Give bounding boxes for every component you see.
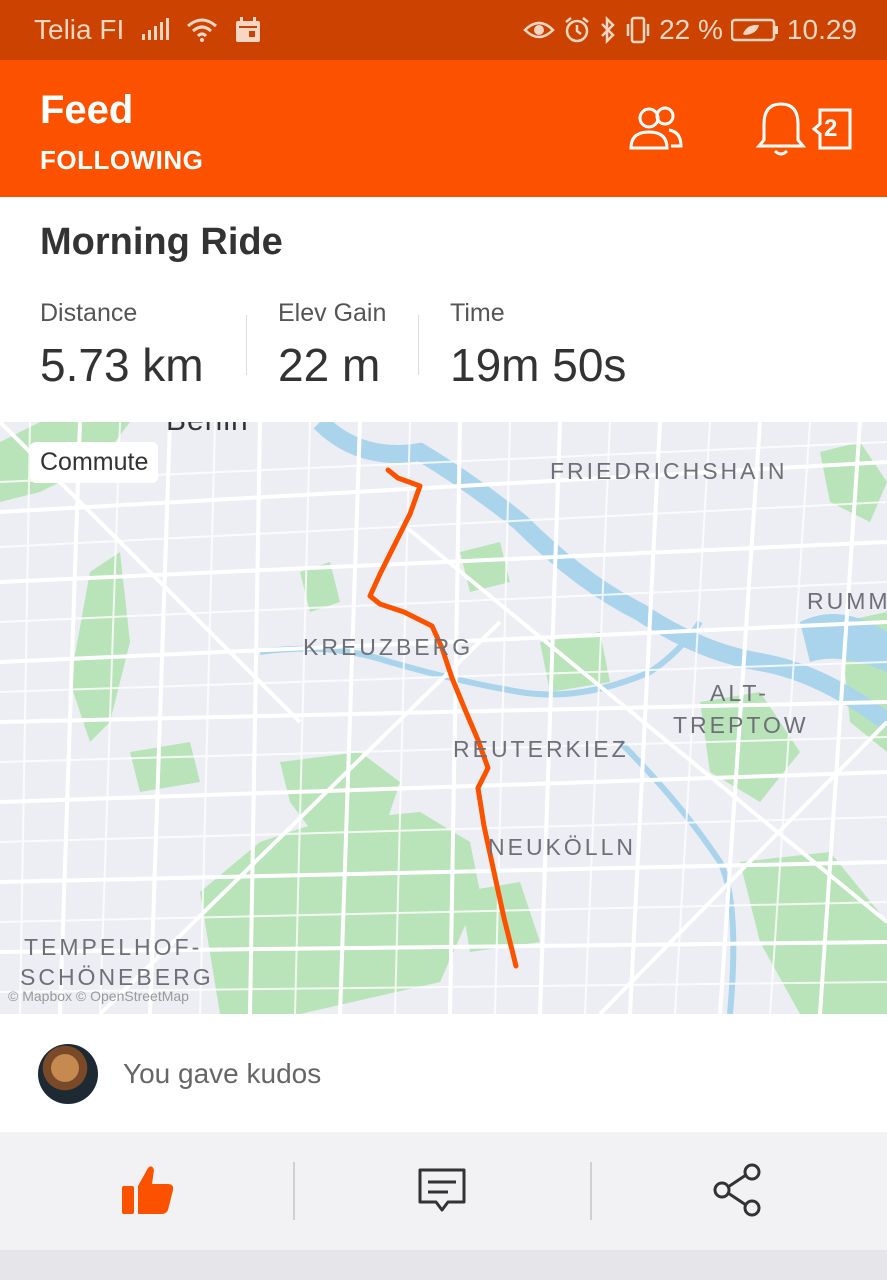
stat-value: 22 m	[278, 339, 381, 391]
map-label-rumm: RUMM	[807, 588, 887, 614]
stat-elev-gain: Elev Gain 22 m	[278, 299, 386, 392]
stat-distance: Distance 5.73 km	[40, 299, 204, 392]
status-right: 22 % 10.29	[523, 14, 857, 46]
map-label-neukolln: NEUKÖLLN	[488, 834, 636, 860]
friends-icon[interactable]	[625, 104, 685, 152]
stat-divider	[418, 315, 419, 375]
notification-count: 2	[824, 115, 838, 142]
calendar-icon	[236, 17, 261, 42]
stat-label: Elev Gain	[278, 299, 387, 327]
status-bar: Telia FI 22 % 10.29	[0, 0, 887, 60]
map-label-schoneberg: SCHÖNEBERG	[20, 964, 214, 990]
activity-title[interactable]: Morning Ride	[40, 221, 283, 264]
feed-filter[interactable]: FOLLOWING	[40, 145, 203, 176]
map-label-treptow: TREPTOW	[673, 712, 809, 738]
page-title: Feed	[40, 88, 134, 132]
bottom-strip	[0, 1250, 887, 1280]
stat-label: Distance	[40, 299, 138, 327]
stat-value: 5.73 km	[40, 339, 204, 391]
avatar[interactable]	[38, 1044, 98, 1104]
kudos-text[interactable]: You gave kudos	[123, 1058, 321, 1090]
app-header: Feed FOLLOWING 2	[0, 60, 887, 197]
battery-percent: 22 %	[659, 14, 723, 45]
battery-icon	[730, 18, 778, 42]
vibrate-icon	[626, 16, 650, 44]
map-label-friedrichshain: FRIEDRICHSHAIN	[550, 458, 788, 484]
status-left: Telia FI	[34, 14, 262, 46]
stat-label: Time	[450, 299, 505, 327]
clock: 10.29	[786, 14, 857, 45]
share-icon[interactable]	[708, 1160, 768, 1220]
map-label-tempelhof: TEMPELHOF-	[24, 934, 203, 960]
action-divider	[590, 1162, 592, 1220]
activity-card[interactable]: Morning Ride Distance 5.73 km Elev Gain …	[0, 197, 887, 425]
signal-icon	[142, 18, 170, 40]
eye-icon	[523, 21, 555, 39]
map-label-berlin: Berlin	[166, 422, 249, 438]
kudos-thumb-icon[interactable]	[118, 1160, 178, 1220]
carrier-name: Telia FI	[34, 14, 125, 45]
stat-value: 19m 50s	[450, 339, 627, 391]
bluetooth-icon	[601, 16, 615, 44]
stat-time: Time 19m 50s	[450, 299, 626, 392]
bell-icon[interactable]	[756, 100, 806, 158]
stat-divider	[246, 315, 247, 375]
map-label-kreuzberg: KREUZBERG	[303, 634, 474, 660]
commute-tag: Commute	[30, 442, 159, 483]
map-label-reuterkiez: REUTERKIEZ	[453, 736, 629, 762]
alarm-icon	[565, 17, 589, 43]
wifi-icon	[187, 18, 218, 42]
map-label-alt: ALT-	[710, 680, 769, 706]
map-attribution[interactable]: © Mapbox © OpenStreetMap	[8, 988, 189, 1004]
kudos-row[interactable]: You gave kudos	[0, 1014, 887, 1132]
action-bar	[0, 1132, 887, 1250]
route-map[interactable]: Berlin FRIEDRICHSHAIN RUMM KREUZBERG ALT…	[0, 422, 887, 1014]
action-divider	[293, 1162, 295, 1220]
comment-icon[interactable]	[412, 1160, 472, 1220]
